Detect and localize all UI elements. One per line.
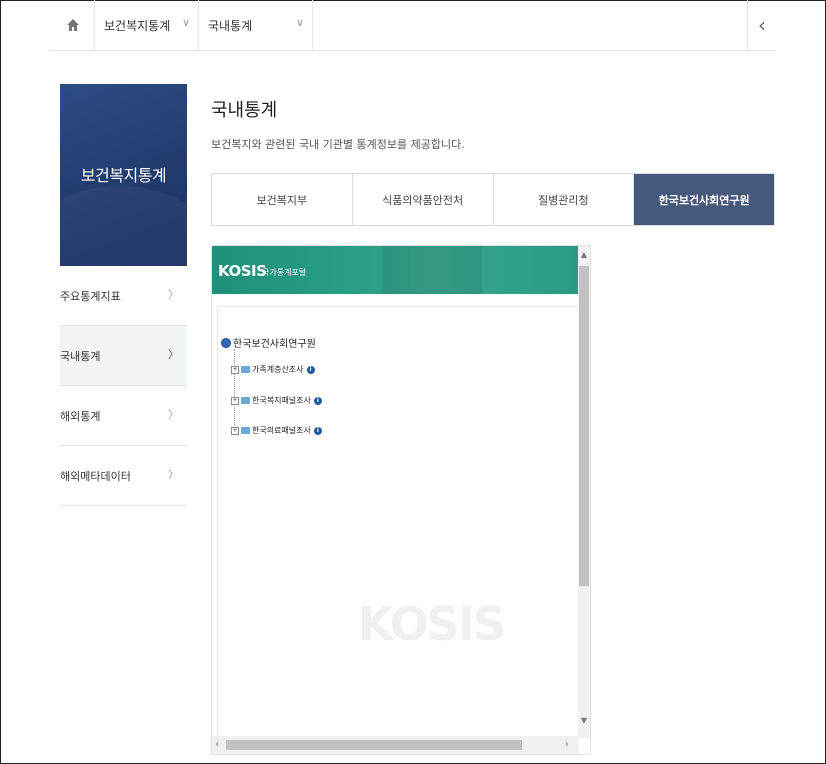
horizontal-scroll-thumb[interactable] — [226, 740, 522, 750]
scroll-left-icon[interactable]: ‹ — [215, 739, 219, 750]
kosis-subtitle: 국가통계포털 — [262, 268, 307, 277]
folder-icon — [241, 427, 250, 434]
tab-ministry-of-health[interactable]: 보건복지부 — [212, 174, 353, 225]
expand-icon[interactable]: + — [231, 426, 239, 435]
divider — [312, 0, 313, 50]
tree-item-label: 한국의료패널조사 — [252, 426, 311, 435]
home-icon[interactable] — [64, 16, 82, 34]
breadcrumb-level2-label: 국내통계 — [208, 18, 253, 33]
divider — [94, 0, 95, 50]
chevron-down-icon: ∨ — [296, 16, 305, 29]
folder-icon — [241, 397, 250, 404]
page-description: 보건복지와 관련된 국내 기관별 통계정보를 제공합니다. — [211, 138, 465, 151]
chevron-right-icon: 〉 — [168, 408, 179, 421]
chevron-right-icon: 〉 — [168, 468, 179, 481]
expand-icon[interactable]: + — [231, 396, 239, 405]
tab-food-drug-safety[interactable]: 식품의약품안전처 — [353, 174, 494, 225]
info-icon[interactable]: i — [306, 365, 315, 374]
top-breadcrumb-bar: 보건복지통계 ∨ 국내통계 ∨ ‹ — [50, 0, 776, 51]
breadcrumb-level1[interactable]: 보건복지통계 ∨ — [104, 0, 200, 50]
tree-root-label: 한국보건사회연구원 — [233, 339, 316, 350]
kosis-header-stripe — [382, 246, 482, 294]
info-icon[interactable]: i — [313, 426, 322, 435]
scroll-right-icon[interactable]: › — [565, 739, 569, 750]
tree-connector — [234, 349, 235, 425]
tree-root[interactable]: 한국보건사회연구원 — [221, 335, 316, 350]
chevron-right-icon: 〉 — [168, 348, 179, 361]
scroll-down-icon[interactable]: ▼ — [578, 716, 590, 725]
tree-item-label: 가족계층산조사 — [252, 365, 304, 374]
breadcrumb-level1-label: 보건복지통계 — [104, 18, 171, 33]
tree-item-label: 한국복지패널조사 — [252, 396, 311, 405]
kosis-header: KOSIS 국가통계포털 — [212, 246, 579, 294]
vertical-scrollbar[interactable]: ▲ ▼ — [578, 246, 590, 738]
sidebar-item-label: 해외메타데이터 — [60, 470, 131, 483]
sidebar-menu: 주요통계지표 〉 국내통계 〉 해외통계 〉 해외메타데이터 〉 — [60, 266, 187, 506]
sidebar-banner: 보건복지통계 — [60, 84, 187, 266]
horizontal-scrollbar[interactable]: ‹ › — [212, 736, 579, 754]
vertical-scroll-thumb[interactable] — [579, 266, 589, 586]
sidebar-item-main-indicators[interactable]: 주요통계지표 〉 — [60, 266, 187, 326]
sidebar-title: 보건복지통계 — [80, 166, 167, 185]
sidebar-item-overseas[interactable]: 해외통계 〉 — [60, 386, 187, 446]
chevron-down-icon: ∨ — [182, 16, 191, 29]
folder-icon — [241, 366, 250, 373]
breadcrumb-level2[interactable]: 국내통계 ∨ — [208, 0, 312, 50]
tab-kihasa[interactable]: 한국보건사회연구원 — [634, 174, 774, 225]
chevron-right-icon: 〉 — [168, 288, 179, 301]
tree-item[interactable]: + 한국의료패널조사 i — [231, 425, 322, 436]
sidebar-item-overseas-metadata[interactable]: 해외메타데이터 〉 — [60, 446, 187, 506]
info-icon[interactable]: i — [313, 396, 322, 405]
tree-item[interactable]: + 가족계층산조사 i — [231, 364, 315, 375]
page-title: 국내통계 — [211, 100, 278, 121]
sidebar-item-label: 국내통계 — [60, 350, 101, 363]
expand-icon[interactable]: + — [231, 365, 239, 374]
scroll-up-icon[interactable]: ▲ — [578, 250, 590, 259]
sidebar-item-label: 해외통계 — [60, 410, 101, 423]
tab-disease-control[interactable]: 질병관리청 — [494, 174, 635, 225]
kosis-logo[interactable]: KOSIS — [218, 262, 267, 280]
divider — [198, 0, 199, 50]
globe-icon — [221, 337, 231, 348]
kosis-watermark: KOSIS — [358, 597, 506, 651]
tree-item[interactable]: + 한국복지패널조사 i — [231, 395, 322, 406]
sidebar-item-domestic[interactable]: 국내통계 〉 — [60, 326, 187, 386]
sidebar-item-label: 주요통계지표 — [60, 290, 121, 303]
kosis-embedded-frame: KOSIS 국가통계포털 KOSIS 한국보건사회연구원 + 가족계층산조사 i… — [211, 245, 591, 755]
agency-tabs: 보건복지부 식품의약품안전처 질병관리청 한국보건사회연구원 — [211, 173, 775, 226]
collapse-chevron-left-icon[interactable]: ‹ — [747, 0, 776, 50]
kosis-tree-panel: KOSIS 한국보건사회연구원 + 가족계층산조사 i + 한국복지패널조사 i… — [217, 306, 579, 738]
